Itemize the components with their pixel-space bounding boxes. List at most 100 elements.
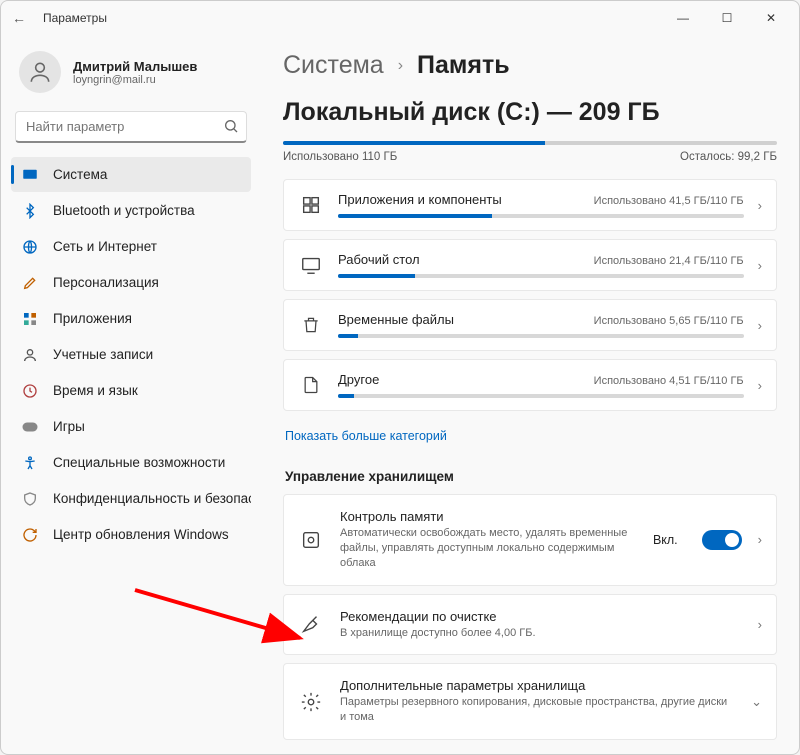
category-meta: Использовано 21,4 ГБ/110 ГБ — [594, 255, 744, 267]
category-desktop[interactable]: Рабочий столИспользовано 21,4 ГБ/110 ГБ … — [283, 239, 777, 291]
category-meta: Использовано 41,5 ГБ/110 ГБ — [594, 195, 744, 207]
category-title: Временные файлы — [338, 312, 454, 327]
card-desc: В хранилище доступно более 4,00 ГБ. — [340, 626, 742, 641]
nav-system[interactable]: Система — [11, 157, 251, 192]
nav-label: Система — [53, 167, 107, 182]
chevron-right-icon: › — [398, 57, 403, 75]
nav-label: Сеть и Интернет — [53, 239, 157, 254]
chevron-down-icon: ⌄ — [751, 694, 762, 710]
nav-privacy[interactable]: Конфиденциальность и безопасность — [11, 481, 251, 516]
breadcrumb-parent[interactable]: Система — [283, 51, 384, 80]
gamepad-icon — [21, 418, 39, 436]
card-desc: Параметры резервного копирования, дисков… — [340, 695, 735, 725]
back-button[interactable]: ← — [7, 10, 31, 26]
card-title: Контроль памяти — [340, 509, 637, 524]
clock-globe-icon — [21, 382, 39, 400]
category-bar — [338, 214, 744, 218]
disk-free-label: Осталось: 99,2 ГБ — [680, 151, 777, 163]
show-more-categories-link[interactable]: Показать больше категорий — [285, 429, 447, 443]
card-desc: Автоматически освобождать место, удалять… — [340, 526, 637, 571]
apps-features-icon — [298, 192, 324, 218]
advanced-storage-card[interactable]: Дополнительные параметры хранилища Парам… — [283, 663, 777, 740]
category-bar — [338, 394, 744, 398]
disk-title: Локальный диск (C:) — 209 ГБ — [283, 98, 777, 127]
chevron-right-icon: › — [758, 198, 762, 213]
category-other[interactable]: Другое Использовано 4,51 ГБ/110 ГБ › — [283, 359, 777, 411]
nav-label: Учетные записи — [53, 347, 153, 362]
file-icon — [298, 372, 324, 398]
category-temp-files[interactable]: Временные файлы Использовано 5,65 ГБ/110 … — [283, 299, 777, 351]
window-title: Параметры — [43, 11, 107, 25]
shield-icon — [21, 490, 39, 508]
storage-sense-card[interactable]: Контроль памяти Автоматически освобождат… — [283, 494, 777, 586]
avatar — [19, 51, 61, 93]
nav-label: Персонализация — [53, 275, 159, 290]
chevron-right-icon: › — [758, 318, 762, 333]
nav-list: Система Bluetooth и устройства Сеть и Ин… — [11, 157, 251, 552]
update-icon — [21, 526, 39, 544]
nav-network[interactable]: Сеть и Интернет — [11, 229, 251, 264]
close-button[interactable]: ✕ — [749, 3, 793, 33]
toggle-label: Вкл. — [653, 533, 678, 547]
disk-usage-bar — [283, 141, 777, 145]
settings-window: ← Параметры — ☐ ✕ Дмитрий Малышев loyngr… — [0, 0, 800, 755]
category-title: Другое — [338, 372, 379, 387]
card-title: Дополнительные параметры хранилища — [340, 678, 735, 693]
nav-personalization[interactable]: Персонализация — [11, 265, 251, 300]
chevron-right-icon: › — [758, 617, 762, 632]
sidebar: Дмитрий Малышев loyngrin@mail.ru Система… — [1, 35, 261, 754]
nav-label: Время и язык — [53, 383, 138, 398]
search-input[interactable] — [15, 111, 247, 143]
display-icon — [21, 166, 39, 184]
nav-gaming[interactable]: Игры — [11, 409, 251, 444]
category-title: Приложения и компоненты — [338, 192, 502, 207]
nav-label: Конфиденциальность и безопасность — [53, 491, 251, 506]
user-name: Дмитрий Малышев — [73, 59, 197, 74]
titlebar: ← Параметры — ☐ ✕ — [1, 1, 799, 35]
card-title: Рекомендации по очистке — [340, 609, 742, 624]
breadcrumb-current: Память — [417, 51, 510, 80]
nav-time-language[interactable]: Время и язык — [11, 373, 251, 408]
bluetooth-icon — [21, 202, 39, 220]
main-content: Система › Память Локальный диск (C:) — 2… — [261, 35, 799, 754]
chevron-right-icon: › — [758, 378, 762, 393]
network-icon — [21, 238, 39, 256]
nav-windows-update[interactable]: Центр обновления Windows — [11, 517, 251, 552]
apps-icon — [21, 310, 39, 328]
search-box — [15, 111, 247, 143]
cleanup-recommendations-card[interactable]: Рекомендации по очистке В хранилище дост… — [283, 594, 777, 656]
desktop-icon — [298, 252, 324, 278]
disk-stats: Использовано 110 ГБ Осталось: 99,2 ГБ — [283, 151, 777, 163]
nav-label: Игры — [53, 419, 85, 434]
category-bar — [338, 274, 744, 278]
nav-label: Bluetooth и устройства — [53, 203, 195, 218]
storage-management-heading: Управление хранилищем — [285, 469, 775, 484]
person-icon — [21, 346, 39, 364]
nav-accounts[interactable]: Учетные записи — [11, 337, 251, 372]
chevron-right-icon: › — [758, 258, 762, 273]
nav-label: Приложения — [53, 311, 132, 326]
gear-icon — [298, 689, 324, 715]
storage-sense-toggle[interactable] — [702, 530, 742, 550]
search-icon — [223, 118, 239, 139]
category-meta: Использовано 5,65 ГБ/110 ГБ — [594, 315, 744, 327]
nav-label: Центр обновления Windows — [53, 527, 229, 542]
storage-sense-icon — [298, 527, 324, 553]
category-apps[interactable]: Приложения и компоненты Использовано 41,5… — [283, 179, 777, 231]
category-meta: Использовано 4,51 ГБ/110 ГБ — [594, 375, 744, 387]
maximize-button[interactable]: ☐ — [705, 3, 749, 33]
user-email: loyngrin@mail.ru — [73, 74, 197, 86]
breadcrumb: Система › Память — [283, 51, 777, 80]
category-bar — [338, 334, 744, 338]
accessibility-icon — [21, 454, 39, 472]
nav-label: Специальные возможности — [53, 455, 225, 470]
chevron-right-icon: › — [758, 532, 762, 547]
profile-block[interactable]: Дмитрий Малышев loyngrin@mail.ru — [11, 43, 251, 107]
nav-apps[interactable]: Приложения — [11, 301, 251, 336]
minimize-button[interactable]: — — [661, 3, 705, 33]
nav-bluetooth[interactable]: Bluetooth и устройства — [11, 193, 251, 228]
disk-used-label: Использовано 110 ГБ — [283, 151, 397, 163]
nav-accessibility[interactable]: Специальные возможности — [11, 445, 251, 480]
broom-icon — [298, 611, 324, 637]
category-title: Рабочий стол — [338, 252, 420, 267]
